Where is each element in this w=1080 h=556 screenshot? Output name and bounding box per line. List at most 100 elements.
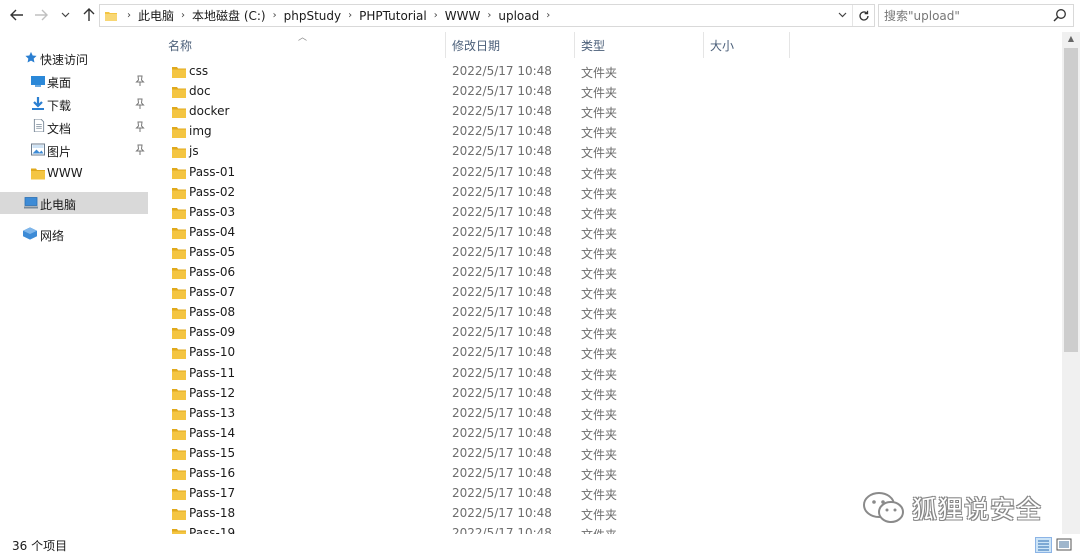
file-name: Pass-03 (189, 204, 236, 219)
file-row[interactable]: Pass-11 2022/5/17 10:48 文件夹 (162, 364, 782, 384)
file-type: 文件夹 (581, 226, 618, 241)
breadcrumb-local-disk[interactable]: 本地磁盘 (C:) (192, 7, 266, 24)
column-header-name[interactable]: 名称 (162, 32, 446, 58)
file-row[interactable]: Pass-09 2022/5/17 10:48 文件夹 (162, 323, 782, 343)
nav-network[interactable]: 网络 (0, 223, 148, 245)
file-type: 文件夹 (581, 86, 618, 101)
breadcrumb-phptutorial[interactable]: PHPTutorial (359, 9, 427, 23)
folder-icon (172, 428, 186, 440)
file-row[interactable]: Pass-05 2022/5/17 10:48 文件夹 (162, 243, 782, 263)
file-row[interactable]: Pass-02 2022/5/17 10:48 文件夹 (162, 183, 782, 203)
back-button[interactable] (7, 5, 27, 25)
nav-label: 桌面 (47, 76, 72, 90)
file-name: Pass-16 (189, 466, 236, 480)
scrollbar-thumb[interactable] (1064, 48, 1078, 352)
file-name: Pass-13 (189, 405, 236, 420)
breadcrumb-separator[interactable]: › (127, 10, 131, 21)
file-row[interactable]: Pass-06 2022/5/17 10:48 文件夹 (162, 263, 782, 283)
nav-item-desktop[interactable]: 桌面 (0, 70, 148, 92)
file-row[interactable]: Pass-12 2022/5/17 10:48 文件夹 (162, 384, 782, 404)
file-type: 文件夹 (581, 166, 618, 181)
folder-icon (172, 469, 186, 480)
breadcrumb-upload[interactable]: upload (498, 9, 539, 23)
file-date-modified: 2022/5/17 10:48 (452, 305, 552, 320)
file-row[interactable]: Pass-18 2022/5/17 10:48 文件夹 (162, 504, 782, 524)
search-input[interactable] (884, 8, 1049, 23)
column-header-modified[interactable]: 修改日期 (446, 32, 575, 58)
file-name: Pass-08 (189, 305, 236, 320)
file-row[interactable]: img 2022/5/17 10:48 文件夹 (162, 122, 782, 142)
file-date-modified: 2022/5/17 10:48 (452, 285, 552, 300)
file-row[interactable]: docker 2022/5/17 10:48 文件夹 (162, 102, 782, 122)
file-row[interactable]: Pass-16 2022/5/17 10:48 文件夹 (162, 464, 782, 484)
download-icon (32, 97, 44, 110)
nav-quick-access[interactable]: 快速访问 (0, 47, 148, 69)
breadcrumb-this-pc[interactable]: 此电脑 (138, 7, 174, 24)
nav-item-www[interactable]: WWW (0, 162, 148, 184)
file-row[interactable]: Pass-15 2022/5/17 10:48 文件夹 (162, 444, 782, 464)
breadcrumb-separator[interactable]: › (273, 10, 277, 21)
nav-item-downloads[interactable]: 下载 (0, 93, 148, 115)
pin-icon[interactable] (135, 75, 145, 87)
pin-icon[interactable] (135, 144, 145, 156)
file-date-modified: 2022/5/17 10:48 (452, 84, 552, 99)
forward-button[interactable] (31, 5, 51, 25)
file-row[interactable]: Pass-01 2022/5/17 10:48 文件夹 (162, 163, 782, 183)
large-icons-view-button[interactable] (1056, 537, 1073, 553)
breadcrumb-separator[interactable]: › (181, 10, 185, 21)
pin-icon[interactable] (135, 121, 145, 133)
file-type: 文件夹 (581, 407, 618, 422)
breadcrumb-separator[interactable]: › (546, 10, 550, 21)
file-row[interactable]: doc 2022/5/17 10:48 文件夹 (162, 82, 782, 102)
breadcrumb-separator[interactable]: › (487, 10, 491, 21)
desktop-icon (31, 76, 45, 87)
file-date-modified: 2022/5/17 10:48 (452, 486, 552, 501)
file-date-modified: 2022/5/17 10:48 (452, 204, 552, 219)
up-button[interactable] (79, 5, 99, 25)
vertical-scrollbar[interactable]: ▲ (1062, 32, 1080, 534)
file-row[interactable]: js 2022/5/17 10:48 文件夹 (162, 142, 782, 162)
nav-label: 下载 (47, 99, 72, 113)
file-type: 文件夹 (581, 526, 617, 534)
file-row[interactable]: Pass-17 2022/5/17 10:48 文件夹 (162, 484, 782, 504)
file-name: Pass-06 (189, 265, 236, 279)
breadcrumb-phpstudy[interactable]: phpStudy (284, 9, 342, 23)
column-header-type[interactable]: 类型 (575, 32, 704, 58)
details-view-button[interactable] (1035, 537, 1052, 553)
file-type: 文件夹 (581, 206, 618, 221)
scroll-up-button[interactable]: ▲ (1062, 32, 1080, 46)
recent-locations-button[interactable] (58, 5, 72, 25)
refresh-button[interactable] (852, 5, 874, 26)
file-date-modified: 2022/5/17 10:48 (452, 164, 552, 179)
search-icon[interactable] (1053, 8, 1067, 22)
address-history-button[interactable] (832, 10, 852, 21)
arrow-left-icon (10, 9, 23, 21)
column-header-size[interactable]: 大小 (704, 32, 790, 58)
folder-icon (172, 328, 186, 340)
file-row[interactable]: Pass-10 2022/5/17 10:48 文件夹 (162, 343, 782, 363)
breadcrumb-www[interactable]: WWW (445, 9, 481, 23)
folder-icon (172, 448, 186, 460)
file-row[interactable]: Pass-13 2022/5/17 10:48 文件夹 (162, 404, 782, 424)
file-row[interactable]: Pass-14 2022/5/17 10:48 文件夹 (162, 424, 782, 444)
file-row[interactable]: Pass-04 2022/5/17 10:48 文件夹 (162, 223, 782, 243)
pin-icon[interactable] (135, 98, 145, 110)
file-row[interactable]: Pass-19 2022/5/17 10:48 文件夹 (162, 524, 782, 534)
breadcrumb-separator[interactable]: › (348, 10, 352, 21)
file-name: Pass-02 (189, 184, 236, 199)
nav-this-pc[interactable]: 此电脑 (0, 192, 148, 214)
search-box[interactable] (878, 4, 1074, 27)
file-row[interactable]: Pass-08 2022/5/17 10:48 文件夹 (162, 303, 782, 323)
file-date-modified: 2022/5/17 10:48 (452, 506, 552, 521)
file-row[interactable]: css 2022/5/17 10:48 文件夹 (162, 62, 782, 82)
folder-icon (172, 348, 186, 360)
nav-item-documents[interactable]: 文档 (0, 116, 148, 138)
file-row[interactable]: Pass-07 2022/5/17 10:48 文件夹 (162, 283, 782, 303)
column-header-label: 修改日期 (452, 38, 501, 53)
address-bar[interactable]: › 此电脑 › 本地磁盘 (C:) › phpStudy › PHPTutori… (99, 4, 875, 27)
breadcrumb-separator[interactable]: › (434, 10, 438, 21)
file-name: Pass-12 (189, 385, 236, 400)
nav-item-pictures[interactable]: 图片 (0, 139, 148, 161)
file-row[interactable]: Pass-03 2022/5/17 10:48 文件夹 (162, 203, 782, 223)
folder-icon (172, 147, 186, 159)
